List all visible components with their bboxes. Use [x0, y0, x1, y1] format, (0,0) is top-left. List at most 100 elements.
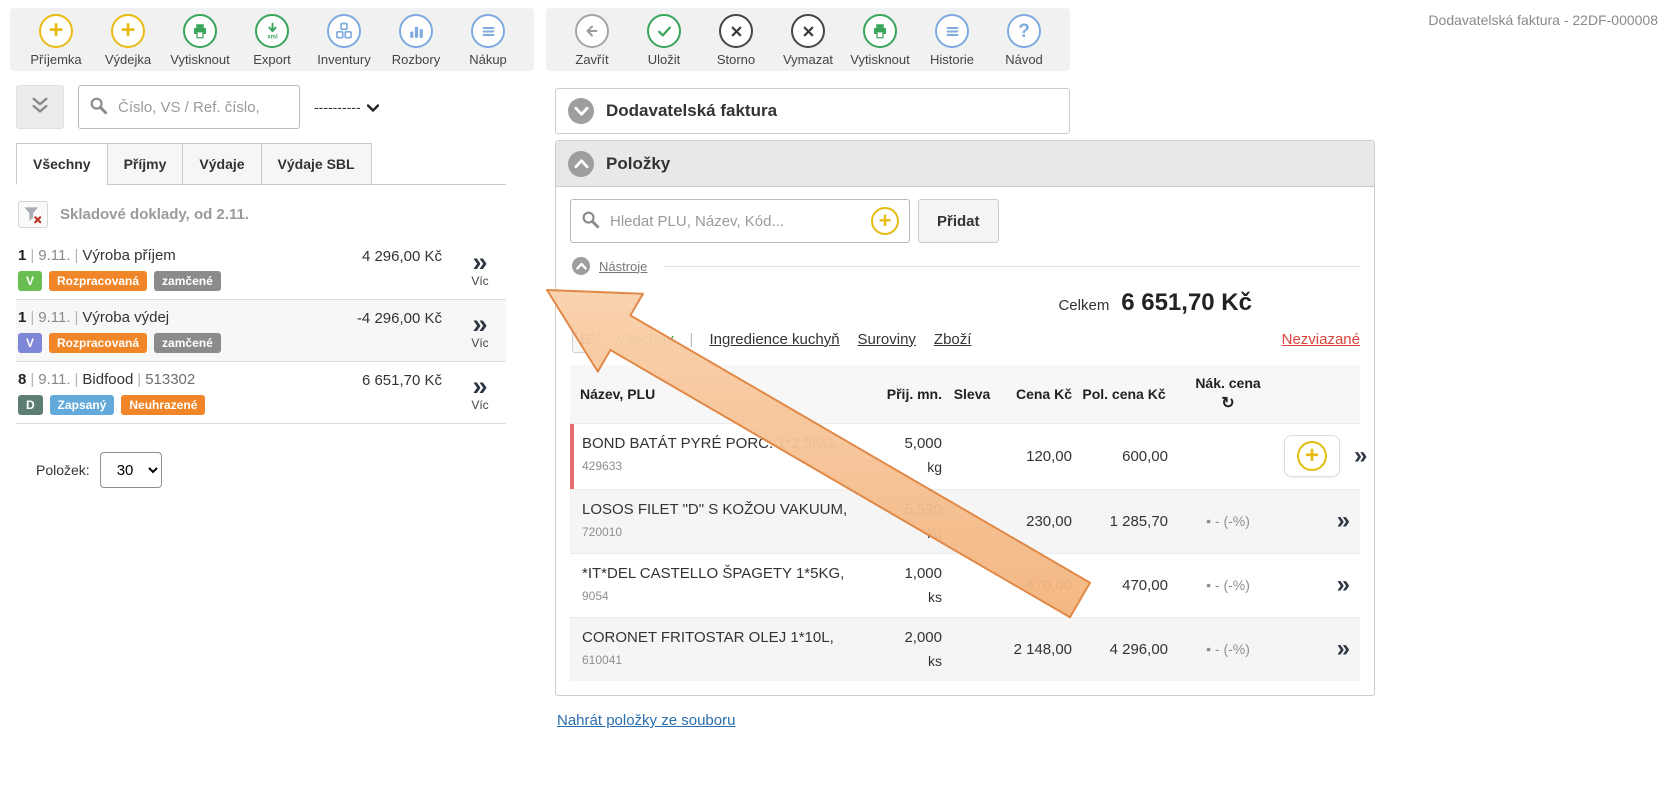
items-panel: Položky + Přidat Nástroje — [555, 140, 1375, 696]
col-name-plu[interactable]: Název, PLU — [570, 386, 862, 402]
status-badge: Zapsaný — [50, 395, 115, 415]
col-line-total[interactable]: Pol. cena Kč — [1076, 386, 1172, 402]
add-item-button[interactable]: Přidat — [918, 199, 999, 243]
table-row[interactable]: LOSOS FILET "D" S KOŽOU VAKUUM,7200105,5… — [570, 489, 1360, 553]
toolbar-button-nakup[interactable]: Nákup — [452, 14, 524, 67]
col-purchase-price[interactable]: Nák. cena ↻ — [1172, 375, 1284, 413]
sidebar-tab-1[interactable]: Příjmy — [107, 143, 184, 185]
table-row[interactable]: *IT*DEL CASTELLO ŠPAGETY 1*5KG,90541,000… — [570, 553, 1360, 617]
double-chevron-right-icon: » — [472, 250, 487, 274]
item-unit: ks — [862, 589, 942, 605]
col-discount[interactable]: Sleva — [946, 386, 998, 402]
item-search-input[interactable] — [608, 212, 863, 231]
chevron-up-circle-icon — [572, 257, 590, 275]
printer-icon — [183, 14, 217, 48]
item-unit: ks — [862, 653, 942, 669]
toolbar-button-rozbory[interactable]: Rozbory — [380, 14, 452, 67]
sidebar-tab-2[interactable]: Výdaje — [182, 143, 261, 185]
document-amount: -4 296,00 Kč — [357, 309, 442, 353]
status-badge: V — [18, 271, 42, 291]
item-qty: 5,590 — [862, 501, 942, 518]
item-price: 2 148,00 — [998, 641, 1076, 658]
invoice-section-title: Dodavatelská faktura — [606, 101, 777, 121]
col-qty[interactable]: Přij. mn. — [862, 386, 946, 402]
col-price[interactable]: Cena Kč — [998, 386, 1076, 402]
sidebar-tab-3[interactable]: Výdaje SBL — [261, 143, 372, 185]
search-icon — [89, 96, 108, 118]
toolbar-button-vytisknout-doklad[interactable]: Vytisknout — [844, 14, 916, 67]
row-more-icon[interactable]: » — [1337, 509, 1350, 533]
items-table-body: BOND BATÁT PYRÉ PORC. 1*2,5KG,4296335,00… — [570, 423, 1360, 681]
total-label: Celkem — [1058, 297, 1109, 314]
row-more-icon[interactable]: » — [1337, 637, 1350, 661]
item-line-total: 1 285,70 — [1076, 513, 1172, 530]
toolbar: +Příjemka+VýdejkaVytisknoutxmlExportInve… — [10, 8, 1070, 71]
item-category-filters: Všechny | Ingredience kuchyňSurovinyZbož… — [572, 325, 1360, 353]
status-badge: Rozpracovaná — [49, 333, 147, 353]
window-title: Dodavatelská faktura - 22DF-000008 — [1428, 12, 1658, 28]
per-page-select[interactable]: 30 — [100, 452, 162, 488]
more-button[interactable]: »Víc — [456, 371, 504, 415]
item-search: + — [570, 199, 910, 243]
items-section-title: Položky — [606, 154, 670, 174]
items-section-header[interactable]: Položky — [556, 141, 1374, 187]
clear-filter-icon[interactable] — [18, 201, 48, 228]
toolbar-button-ulozit[interactable]: Uložit — [628, 14, 700, 67]
sort-icon[interactable] — [572, 325, 600, 353]
toolbar-button-prijemka[interactable]: +Příjemka — [20, 14, 92, 67]
sidebar-tab-0[interactable]: Všechny — [16, 143, 108, 185]
filter-link-2[interactable]: Zboží — [934, 331, 972, 348]
filter-link-0[interactable]: Ingredience kuchyň — [709, 331, 839, 348]
table-row[interactable]: BOND BATÁT PYRÉ PORC. 1*2,5KG,4296335,00… — [570, 423, 1360, 489]
plus-icon: + — [39, 14, 73, 48]
row-more-icon[interactable]: » — [1337, 573, 1350, 597]
row-more-icon[interactable]: » — [1354, 444, 1367, 468]
toolbar-button-inventury[interactable]: Inventury — [308, 14, 380, 67]
total-value: 6 651,70 Kč — [1121, 289, 1252, 316]
status-badge: zamčené — [154, 271, 221, 291]
filter-link-1[interactable]: Suroviny — [858, 331, 916, 348]
status-badge: V — [18, 333, 42, 353]
status-badge: Neuhrazené — [121, 395, 205, 415]
document-amount: 4 296,00 Kč — [362, 247, 442, 291]
export-xml-icon: xml — [255, 14, 289, 48]
document-tabs: VšechnyPříjmyVýdajeVýdaje SBL — [16, 143, 506, 185]
toolbar-button-export[interactable]: xmlExport — [236, 14, 308, 67]
quick-add-icon[interactable]: + — [871, 207, 899, 235]
document-row[interactable]: 1|9.11.|Výroba výdejVRozpracovanázamčené… — [16, 300, 506, 362]
expand-filters-button[interactable] — [16, 85, 64, 129]
toolbar-button-vydejka[interactable]: +Výdejka — [92, 14, 164, 67]
toolbar-button-vytisknout[interactable]: Vytisknout — [164, 14, 236, 67]
item-price: 470,00 — [998, 577, 1076, 594]
toolbar-button-historie[interactable]: Historie — [916, 14, 988, 67]
status-badge: zamčené — [154, 333, 221, 353]
refresh-icon[interactable]: ↻ — [1176, 393, 1280, 413]
filter-all-link[interactable]: Všechny — [616, 331, 674, 348]
status-badge: D — [18, 395, 43, 415]
back-arrow-icon — [575, 14, 609, 48]
toolbar-button-zavrit[interactable]: Zavřít — [556, 14, 628, 67]
item-purchase-price: • - (-%) — [1172, 641, 1284, 657]
document-type-dropdown[interactable]: ---------- — [314, 99, 379, 115]
more-button[interactable]: »Víc — [456, 309, 504, 353]
upload-items-link[interactable]: Nahrát položky ze souboru — [557, 712, 735, 729]
item-unit: kg — [862, 459, 942, 475]
tools-link[interactable]: Nástroje — [599, 259, 647, 274]
more-button[interactable]: »Víc — [456, 247, 504, 291]
document-row[interactable]: 8|9.11.|Bidfood|513302DZapsanýNeuhrazené… — [16, 362, 506, 424]
filter-unlinked-link[interactable]: Nezviazané — [1282, 331, 1360, 348]
toolbar-button-navod[interactable]: ?Návod — [988, 14, 1060, 67]
toolbar-button-storno[interactable]: Storno — [700, 14, 772, 67]
add-to-stock-button[interactable]: + — [1284, 435, 1340, 477]
item-line-total: 4 296,00 — [1076, 641, 1172, 658]
table-row[interactable]: CORONET FRITOSTAR OLEJ 1*10L,6100412,000… — [570, 617, 1360, 681]
double-chevron-right-icon: » — [472, 312, 487, 336]
search-icon — [581, 210, 600, 232]
invoice-section-header[interactable]: Dodavatelská faktura — [555, 88, 1070, 134]
document-search-input[interactable] — [116, 98, 289, 117]
toolbar-button-vymazat[interactable]: Vymazat — [772, 14, 844, 67]
bar-chart-icon — [399, 14, 433, 48]
x-icon — [791, 14, 825, 48]
document-row[interactable]: 1|9.11.|Výroba příjemVRozpracovanázamčen… — [16, 238, 506, 300]
divider — [664, 266, 1360, 267]
